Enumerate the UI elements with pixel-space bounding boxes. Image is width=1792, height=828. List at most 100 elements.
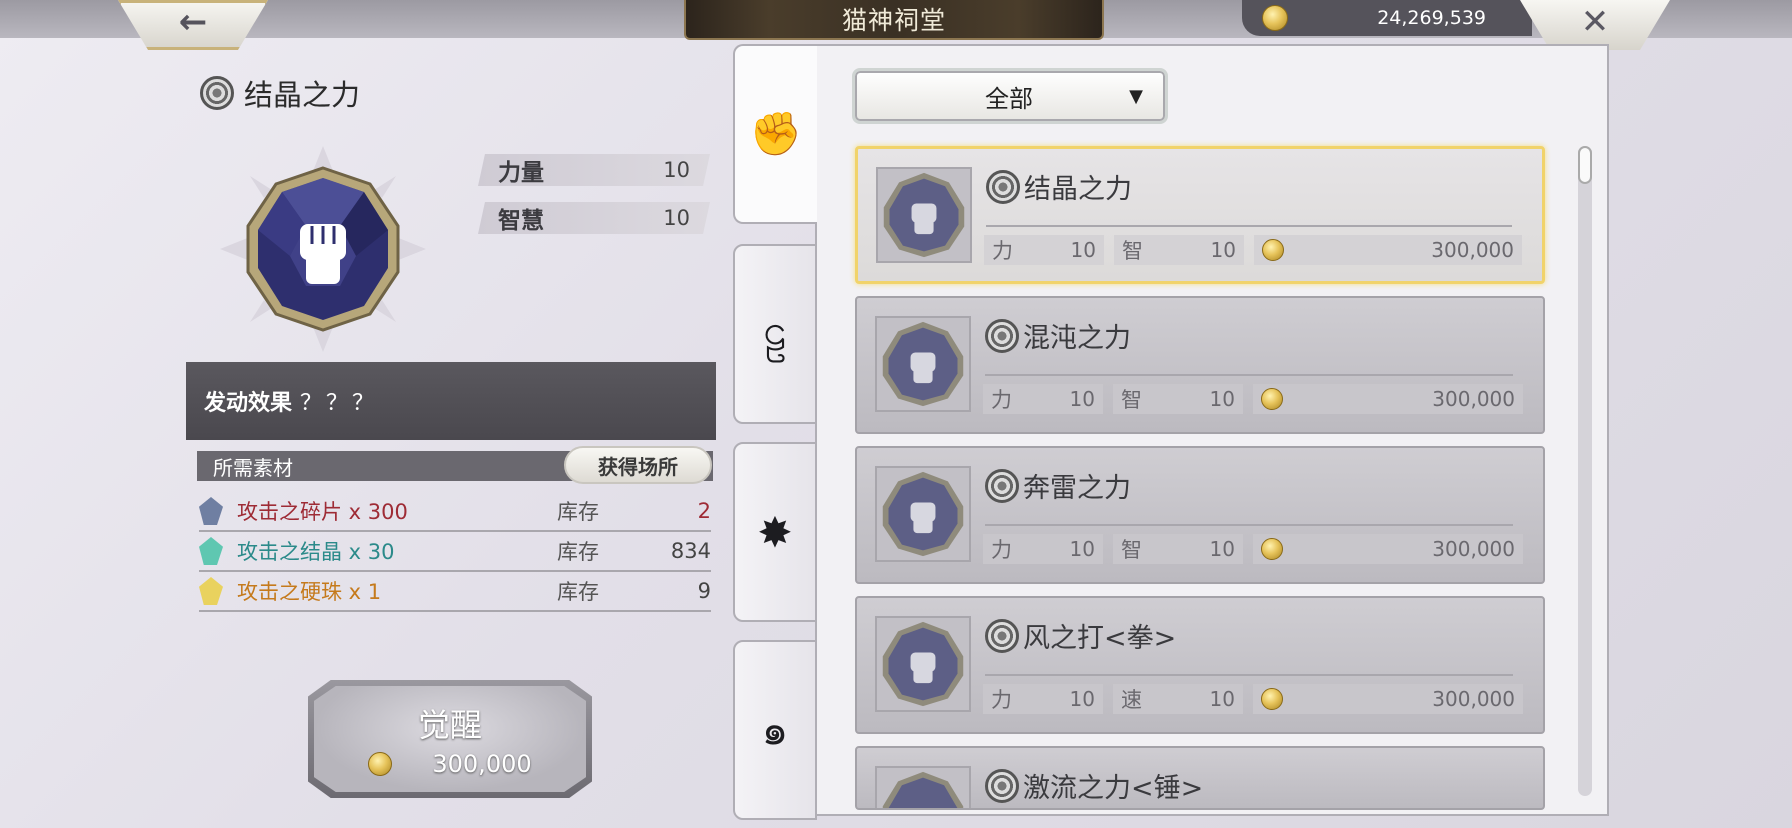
orb-icon [199, 577, 223, 605]
stat-value: 10 [1209, 387, 1235, 411]
gem-thumb [875, 766, 971, 808]
cost-value: 300,000 [1431, 238, 1514, 262]
divider [985, 524, 1513, 526]
stat-key: 力 [991, 388, 1012, 412]
back-arrow-icon: ← [178, 2, 208, 42]
card-title: 混沌之力 [985, 316, 1131, 355]
card-name: 奔雷之力 [1023, 473, 1131, 504]
rune-icon [985, 318, 1019, 353]
item-name: 结晶之力 [244, 78, 361, 112]
card-stat-1: 力 10 [983, 684, 1103, 714]
stat-value: 10 [1069, 687, 1095, 711]
materials-list: 攻击之碎片 x 300 库存 2 攻击之结晶 x 30 库存 834 攻击之硬珠… [199, 492, 711, 612]
material-name: 攻击之硬珠 x 1 [237, 580, 382, 604]
card-name: 激流之力<锤> [1023, 773, 1204, 804]
shard-icon [199, 497, 223, 525]
material-row: 攻击之结晶 x 30 库存 834 [199, 532, 711, 572]
card-cost: 300,000 [1254, 235, 1522, 265]
gem-thumb [875, 466, 971, 562]
gold-coin-icon [1261, 388, 1283, 410]
card-stat-1: 力 10 [983, 384, 1103, 414]
card-title: 奔雷之力 [985, 466, 1131, 505]
crystal-gem-icon [882, 771, 964, 808]
stat-value: 10 [1209, 687, 1235, 711]
gold-coin-icon [1261, 688, 1283, 710]
gold-coin-icon [1261, 538, 1283, 560]
fist-icon: ✊ [749, 109, 803, 158]
stock-label: 库存 [557, 540, 599, 564]
gold-amount: 24,269,539 [1377, 7, 1486, 29]
stat-value: 10 [663, 206, 690, 230]
tab-spiral[interactable]: ๑ [733, 640, 817, 820]
stat-key: 力 [991, 688, 1012, 712]
stat-key: 速 [1121, 688, 1142, 712]
gold-counter: 24,269,539 [1242, 0, 1532, 36]
material-name: 攻击之碎片 x 300 [237, 500, 408, 524]
crystal-gem-icon [883, 172, 965, 258]
swirl-icon: ဠ [763, 305, 787, 354]
crystal-gem-icon [882, 321, 964, 407]
spiral-icon: ๑ [761, 705, 789, 754]
screen-title-plate: 猫神祠堂 [684, 0, 1104, 40]
stat-key: 智 [1121, 538, 1142, 562]
card-stat-2: 速 10 [1113, 684, 1243, 714]
cost-value: 300,000 [1432, 387, 1515, 411]
crystal-gem-icon [882, 471, 964, 557]
divider [986, 225, 1512, 227]
stat-value: 10 [1209, 537, 1235, 561]
filter-dropdown[interactable]: 全部 ▼ [852, 68, 1168, 124]
card-cost: 300,000 [1253, 684, 1523, 714]
stat-key: 智 [1122, 239, 1143, 263]
close-button[interactable]: ✕ [1520, 0, 1670, 50]
list-item[interactable]: 风之打<拳> 力 10 速 10 300,000 [855, 596, 1545, 734]
cost-value: 300,000 [1432, 537, 1515, 561]
gold-coin-icon [368, 752, 393, 776]
stat-value: 10 [1069, 537, 1095, 561]
material-name: 攻击之结晶 x 30 [237, 540, 395, 564]
stats-panel: 力量 10 智慧 10 [478, 154, 710, 250]
crystal-icon [199, 537, 223, 565]
list-item[interactable]: 结晶之力 力 10 智 10 300,000 [855, 146, 1545, 284]
card-name: 混沌之力 [1023, 323, 1131, 354]
stat-key: 力 [992, 239, 1013, 263]
card-stats: 力 10 智 10 300,000 [984, 235, 1522, 265]
tab-swirl[interactable]: ဠ [733, 244, 817, 424]
back-button[interactable]: ← [118, 0, 268, 50]
card-title: 激流之力<锤> [985, 766, 1203, 805]
gem-thumb [876, 167, 972, 263]
tab-star-burst[interactable]: ✸ [733, 442, 817, 622]
card-stat-1: 力 10 [984, 235, 1104, 265]
effect-bar: 发动效果 ？？？ [186, 362, 716, 440]
stock-label: 库存 [557, 580, 599, 604]
star-burst-icon: ✸ [757, 507, 793, 557]
stat-value: 10 [1069, 387, 1095, 411]
card-stats: 力 10 速 10 300,000 [983, 684, 1523, 714]
tab-fist[interactable]: ✊ [733, 44, 817, 224]
card-stats: 力 10 智 10 300,000 [983, 384, 1523, 414]
card-name: 风之打<拳> [1023, 623, 1177, 654]
awaken-cost: 300,000 [368, 750, 532, 778]
awaken-button[interactable]: 觉醒 300,000 [308, 680, 592, 798]
scroll-thumb[interactable] [1578, 146, 1592, 184]
stat-row-strength: 力量 10 [478, 154, 710, 186]
stock-value: 9 [697, 579, 711, 603]
card-stat-2: 智 10 [1113, 384, 1243, 414]
card-cost: 300,000 [1253, 384, 1523, 414]
card-name: 结晶之力 [1024, 174, 1132, 205]
divider [985, 674, 1513, 676]
list-scrollbar[interactable] [1578, 146, 1592, 796]
card-stats: 力 10 智 10 300,000 [983, 534, 1523, 564]
list-item[interactable]: 混沌之力 力 10 智 10 300,000 [855, 296, 1545, 434]
list-item[interactable]: 激流之力<锤> [855, 746, 1545, 810]
card-title: 结晶之力 [986, 167, 1132, 206]
rune-icon [200, 76, 234, 110]
stock-value: 834 [670, 539, 711, 563]
material-row: 攻击之硬珠 x 1 库存 9 [199, 572, 711, 612]
effect-label: 发动效果 [204, 391, 293, 416]
gem-thumb [875, 316, 971, 412]
list-item[interactable]: 奔雷之力 力 10 智 10 300,000 [855, 446, 1545, 584]
effect-value: ？？？ [300, 391, 379, 416]
dropdown-arrow-icon: ▼ [1129, 85, 1143, 107]
obtain-location-button[interactable]: 获得场所 [564, 446, 712, 484]
rune-icon [986, 169, 1020, 204]
